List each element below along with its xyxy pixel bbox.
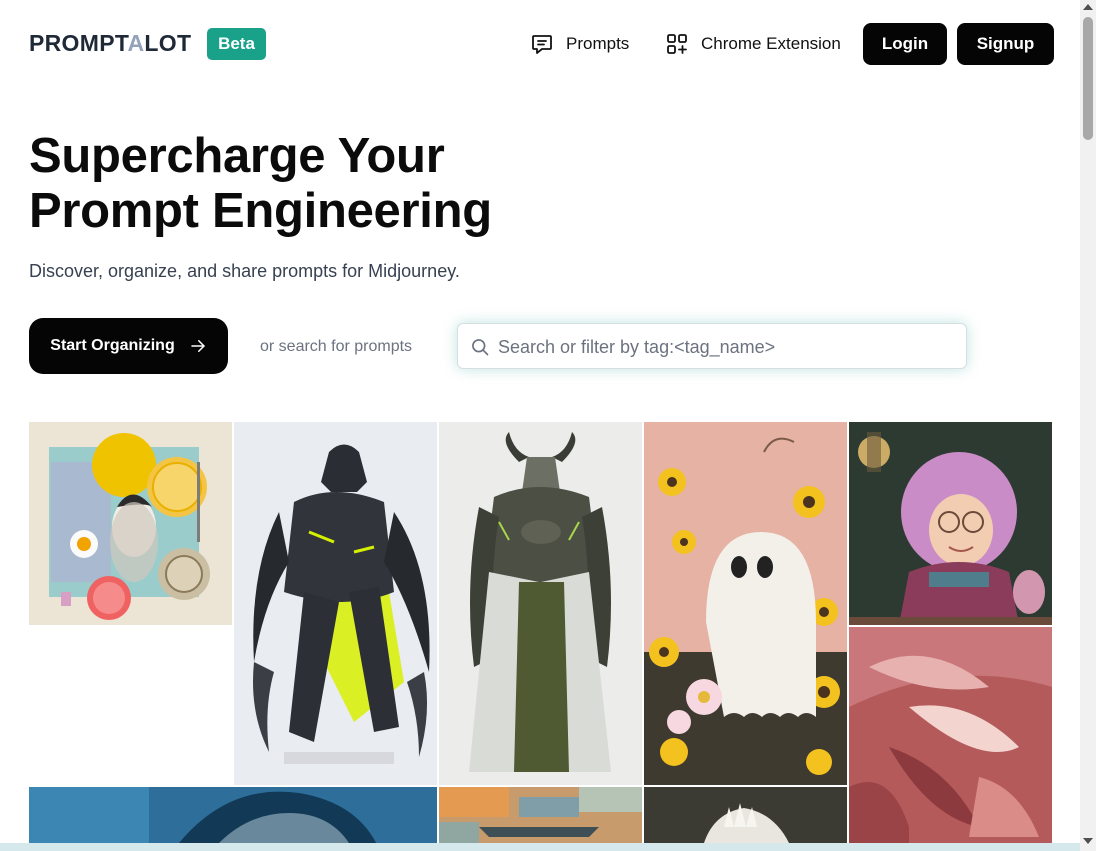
scrollbar-thumb[interactable]: [1083, 17, 1093, 140]
hero-title: Supercharge Your Prompt Engineering: [29, 129, 589, 239]
dark-armored-creature-image[interactable]: [234, 422, 437, 785]
white-fur-image[interactable]: [644, 787, 847, 843]
pink-haired-girl-image[interactable]: [849, 422, 1052, 625]
hero-subtitle: Discover, organize, and share prompts fo…: [29, 261, 460, 281]
hero-title-line2: Prompt Engineering: [29, 184, 492, 238]
horned-knight-armor-image[interactable]: [439, 422, 642, 785]
abstract-landscape-image[interactable]: [439, 787, 642, 843]
blue-portrait-image[interactable]: [29, 787, 437, 843]
prompt-search-box[interactable]: [457, 323, 967, 369]
signup-button[interactable]: Signup: [957, 23, 1054, 65]
scroll-up-arrow-icon[interactable]: [1083, 4, 1093, 10]
hero-title-line1: Supercharge Your: [29, 129, 445, 183]
collage-art-image[interactable]: [29, 422, 232, 625]
start-organizing-button[interactable]: Start Organizing: [29, 318, 228, 374]
nav-prompts-label: Prompts: [566, 34, 630, 53]
promptalot-logo[interactable]: PROMPTALOT: [29, 30, 191, 57]
nav-chrome-extension-label: Chrome Extension: [701, 34, 841, 53]
ghost-flowers-image[interactable]: [644, 422, 847, 785]
search-input[interactable]: [496, 332, 960, 362]
nav-prompts-link[interactable]: Prompts: [530, 31, 629, 57]
abstract-red-rose-image[interactable]: [849, 627, 1052, 843]
arrow-right-icon: [190, 340, 205, 352]
scroll-down-arrow-icon[interactable]: [1083, 838, 1093, 844]
beta-badge: Beta: [207, 28, 266, 60]
nav-chrome-extension-link[interactable]: Chrome Extension: [665, 31, 841, 57]
search-icon: [472, 339, 489, 356]
search-hint-text: or search for prompts: [260, 338, 413, 355]
site-header: PROMPTALOT Beta Prompts Chrome Extension…: [0, 0, 1080, 88]
start-organizing-label: Start Organizing: [50, 337, 175, 354]
chat-bubble-icon: [532, 35, 552, 54]
bottom-edge-bar: [0, 843, 1080, 851]
login-button[interactable]: Login: [863, 23, 947, 65]
apps-plus-icon: [667, 34, 687, 54]
